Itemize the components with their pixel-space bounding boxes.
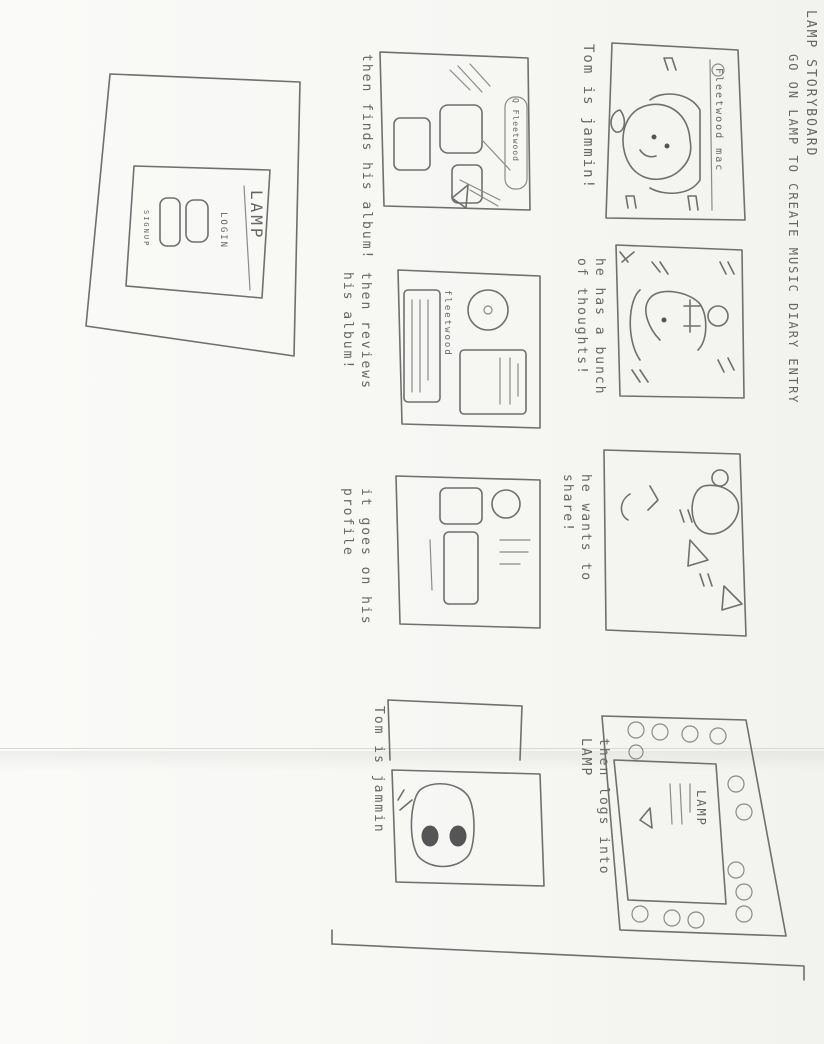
storyboard-title: LAMP STORYBOARD: [803, 10, 818, 158]
frame-4-review: [397, 269, 541, 429]
frame-empty: [387, 699, 523, 761]
frame-7-login-label: LOGIN: [218, 212, 228, 250]
frame-1-caption: Tom is jammin!: [580, 44, 596, 191]
storyboard-subtitle: GO ON LAMP TO CREATE MUSIC DIARY ENTRY: [786, 54, 800, 405]
frame-3-thoughts: [615, 244, 745, 399]
frame-6-caption: it goes on his profile: [340, 488, 373, 626]
frame-5-share: [603, 449, 747, 637]
frame-9-caption: Tom is jammin: [371, 706, 386, 834]
frame-7-app-name: LAMP: [247, 190, 266, 241]
frame-2-search: [379, 51, 531, 211]
frame-4-caption: then reviews his album!: [340, 272, 373, 390]
frame-1-jamming: [605, 42, 746, 221]
frame-8-app-name: LAMP: [694, 790, 708, 827]
frame-8-caption: then logs into LAMP: [578, 738, 611, 876]
frame-2-caption: then finds his album!: [359, 54, 374, 261]
frame-7-login: [85, 73, 301, 357]
frame-6-profile: [395, 475, 541, 629]
storyboard-drawing: [85, 42, 805, 981]
bottom-bracket: [331, 943, 805, 981]
frame-2-search-label: Q Fleetwood: [511, 98, 520, 162]
frame-9-jamming: [391, 769, 545, 887]
frame-4-album-label: fleetwood: [442, 290, 452, 357]
frame-1-label: Fleetwood mac: [713, 68, 724, 173]
frame-7-signup-label: SIGNUP: [142, 210, 150, 248]
sketch-page: LAMP STORYBOARD GO ON LAMP TO CREATE MUS…: [0, 0, 824, 1044]
frame-3-caption: he has a bunch of thoughts!: [574, 258, 607, 396]
frame-5-caption: he wants to share!: [560, 474, 593, 583]
